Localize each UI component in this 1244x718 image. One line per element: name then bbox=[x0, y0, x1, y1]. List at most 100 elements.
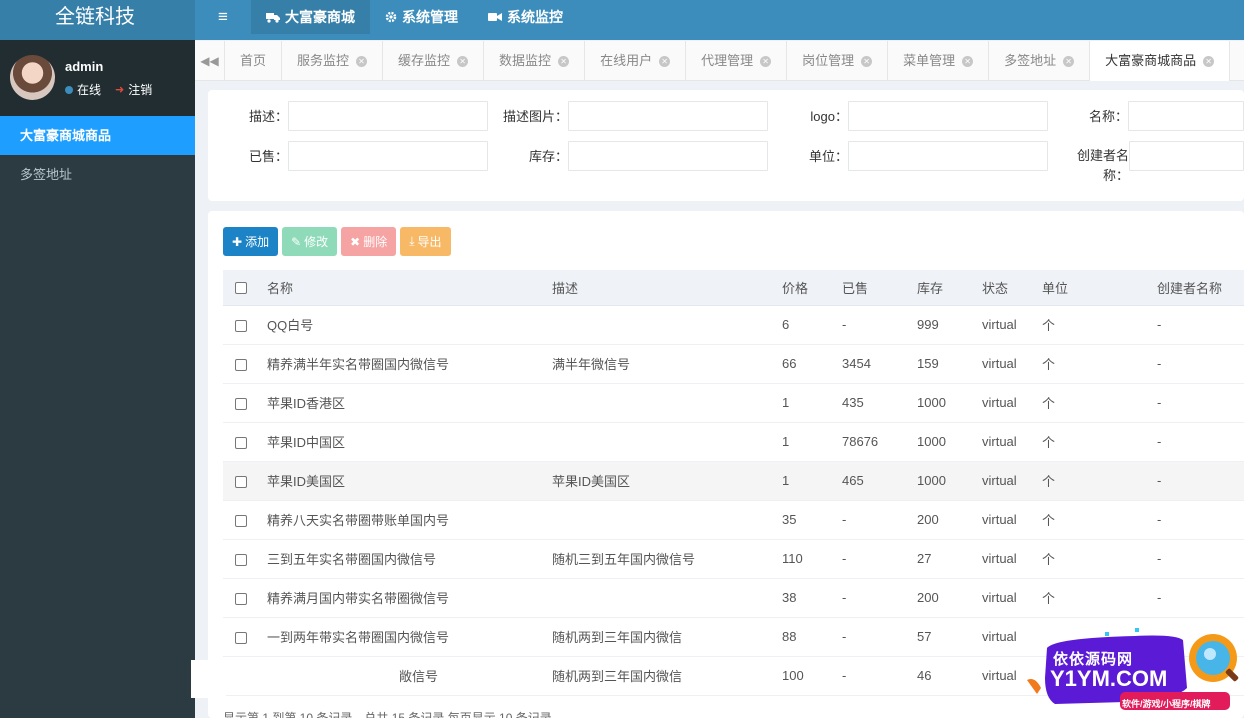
unit-input[interactable] bbox=[848, 141, 1048, 171]
cell-description: 随机两到三年国内微信 bbox=[552, 656, 782, 696]
close-icon[interactable]: ✕ bbox=[457, 55, 469, 67]
row-checkbox[interactable] bbox=[235, 592, 247, 605]
tab-agent-management[interactable]: 代理管理 ✕ bbox=[686, 41, 788, 81]
cell-unit: 个 bbox=[1042, 539, 1157, 579]
cell-sold: - bbox=[842, 656, 917, 696]
field-label-unit: 单位： bbox=[808, 149, 848, 164]
table-row[interactable]: 三到五年实名带圈国内微信号随机三到五年国内微信号110-27virtual个-2… bbox=[223, 539, 1244, 579]
row-select-cell bbox=[223, 578, 267, 618]
cell-sold: - bbox=[842, 539, 917, 579]
select-all-cell bbox=[223, 270, 267, 306]
row-checkbox[interactable] bbox=[235, 514, 247, 527]
cell-description bbox=[552, 383, 782, 423]
column-header-unit[interactable]: 单位 bbox=[1042, 270, 1157, 306]
field-label-stock: 库存： bbox=[528, 149, 568, 164]
tab-menu-management[interactable]: 菜单管理 ✕ bbox=[888, 41, 990, 81]
close-icon[interactable]: ✕ bbox=[1203, 55, 1215, 67]
cell-name: QQ白号 bbox=[267, 305, 552, 345]
close-icon[interactable]: ✕ bbox=[1063, 55, 1075, 67]
tab-label: 多签地址 bbox=[1004, 53, 1057, 68]
menu-toggle-button[interactable]: ≡ bbox=[195, 0, 251, 34]
add-button[interactable]: ✚ 添加 bbox=[223, 227, 279, 256]
row-select-cell bbox=[223, 305, 267, 345]
close-icon[interactable]: ✕ bbox=[558, 55, 570, 67]
nav-label: 系统监控 bbox=[507, 9, 563, 25]
tab-label: 首页 bbox=[240, 53, 267, 68]
table-row[interactable]: 精养满月国内带实名带圈微信号38-200virtual个-20 bbox=[223, 578, 1244, 618]
edit-button[interactable]: ✎ 修改 bbox=[282, 227, 338, 256]
tab-data-monitor[interactable]: 数据监控 ✕ bbox=[484, 41, 586, 81]
row-checkbox[interactable] bbox=[235, 553, 247, 566]
close-icon[interactable]: ✕ bbox=[659, 55, 671, 67]
tab-label: 菜单管理 bbox=[903, 53, 956, 68]
row-checkbox[interactable] bbox=[235, 436, 247, 449]
table-row[interactable]: 苹果ID中国区1786761000virtual个-20 bbox=[223, 422, 1244, 462]
close-icon[interactable]: ✕ bbox=[962, 55, 974, 67]
delete-button[interactable]: ✖ 删除 bbox=[341, 227, 397, 256]
cell-description: 苹果ID美国区 bbox=[552, 461, 782, 501]
description-image-input[interactable] bbox=[568, 101, 768, 131]
tab-label: 缓存监控 bbox=[398, 53, 451, 68]
name-input[interactable] bbox=[1128, 101, 1244, 131]
table-row[interactable]: 精养八天实名带圈带账单国内号35-200virtual个-20 bbox=[223, 500, 1244, 540]
online-dot-icon bbox=[65, 85, 73, 94]
table-row[interactable]: 苹果ID美国区苹果ID美国区14651000virtual个-20 bbox=[223, 461, 1244, 501]
column-header-creator-name[interactable]: 创建者名称 bbox=[1157, 270, 1244, 306]
app-title: 全链科技 bbox=[0, 0, 195, 40]
nav-item-monitor[interactable]: 系统监控 bbox=[473, 0, 578, 34]
logo-input[interactable] bbox=[848, 101, 1048, 131]
tab-scroll-left-button[interactable]: ◀◀ bbox=[195, 41, 225, 81]
row-checkbox[interactable] bbox=[235, 319, 247, 332]
description-input[interactable] bbox=[288, 101, 488, 131]
row-select-cell bbox=[223, 344, 267, 384]
tab-cache-monitor[interactable]: 缓存监控 ✕ bbox=[383, 41, 485, 81]
sold-input[interactable] bbox=[288, 141, 488, 171]
sidebar-item-multisig[interactable]: 多签地址 bbox=[0, 155, 195, 194]
column-header-price[interactable]: 价格 bbox=[782, 270, 842, 306]
sidebar-item-mall-goods[interactable]: 大富豪商城商品 bbox=[0, 116, 195, 155]
export-button[interactable]: ⤓ 导出 bbox=[400, 227, 451, 256]
column-header-stock[interactable]: 库存 bbox=[917, 270, 982, 306]
logout-link[interactable]: 注销 bbox=[128, 81, 152, 98]
tab-mall-goods[interactable]: 大富豪商城商品 ✕ bbox=[1090, 41, 1231, 81]
tab-post-management[interactable]: 岗位管理 ✕ bbox=[787, 41, 889, 81]
table-row[interactable]: 苹果ID香港区14351000virtual个-20 bbox=[223, 383, 1244, 423]
close-icon[interactable]: ✕ bbox=[861, 55, 873, 67]
column-header-description[interactable]: 描述 bbox=[552, 270, 782, 306]
column-header-name[interactable]: 名称 bbox=[267, 270, 552, 306]
tab-bar: ◀◀ 首页 服务监控 ✕ 缓存监控 ✕ 数据监控 ✕ 在线用户 ✕ 代理管理 ✕ 岗位管理… bbox=[195, 41, 1244, 81]
column-header-status[interactable]: 状态 bbox=[982, 270, 1042, 306]
tab-service-monitor[interactable]: 服务监控 ✕ bbox=[282, 41, 384, 81]
tab-online-users[interactable]: 在线用户 ✕ bbox=[585, 41, 687, 81]
row-checkbox[interactable] bbox=[235, 358, 247, 371]
row-checkbox[interactable] bbox=[235, 631, 247, 644]
tab-multisig-address[interactable]: 多签地址 ✕ bbox=[989, 41, 1091, 81]
stock-input[interactable] bbox=[568, 141, 768, 171]
nav-item-mall[interactable]: 大富豪商城 bbox=[251, 0, 370, 34]
logout-icon[interactable]: ➜ bbox=[115, 83, 124, 96]
cell-unit: 个 bbox=[1042, 461, 1157, 501]
blank-area bbox=[191, 660, 226, 698]
cell-description bbox=[552, 578, 782, 618]
close-icon[interactable]: ✕ bbox=[356, 55, 368, 67]
column-header-sold[interactable]: 已售 bbox=[842, 270, 917, 306]
cell-name: 敞信号 bbox=[267, 656, 552, 696]
close-icon[interactable]: ✕ bbox=[760, 55, 772, 67]
cell-stock: 27 bbox=[917, 539, 982, 579]
select-all-checkbox[interactable] bbox=[235, 282, 247, 295]
nav-item-system[interactable]: 系统管理 bbox=[370, 0, 473, 34]
row-checkbox[interactable] bbox=[235, 475, 247, 488]
field-label-description: 描述： bbox=[248, 109, 288, 124]
table-row[interactable]: 精养满半年实名带圈国内微信号满半年微信号663454159virtual个-20 bbox=[223, 344, 1244, 384]
cell-price: 88 bbox=[782, 617, 842, 657]
table-header-row: 名称 描述 价格 已售 库存 状态 单位 创建者名称 创 bbox=[223, 270, 1244, 306]
table-row[interactable]: QQ白号6-999virtual个-20 bbox=[223, 305, 1244, 345]
cell-name: 三到五年实名带圈国内微信号 bbox=[267, 539, 552, 579]
cell-price: 6 bbox=[782, 305, 842, 345]
cell-price: 66 bbox=[782, 344, 842, 384]
row-checkbox[interactable] bbox=[235, 397, 247, 410]
creator-name-input[interactable] bbox=[1129, 141, 1244, 171]
delete-label: 删除 bbox=[363, 235, 388, 249]
row-select-cell bbox=[223, 500, 267, 540]
tab-home[interactable]: 首页 bbox=[225, 41, 283, 81]
